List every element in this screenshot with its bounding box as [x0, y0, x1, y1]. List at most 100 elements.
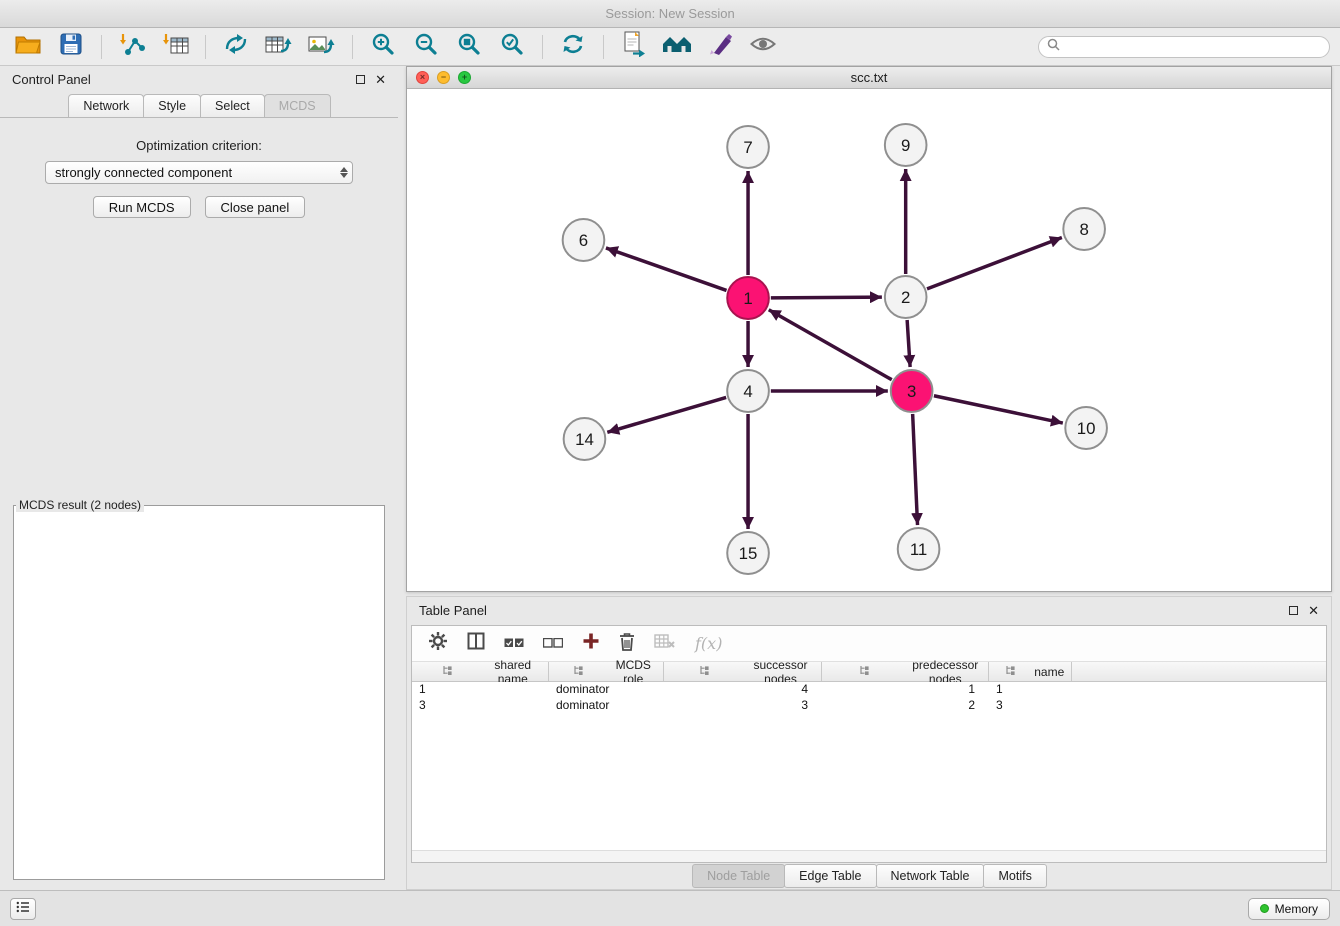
node-1[interactable]: 1 [727, 277, 769, 319]
node-label: 1 [743, 289, 752, 308]
control-panel-title: Control Panel [12, 72, 91, 87]
memory-button[interactable]: Memory [1248, 898, 1330, 920]
function-builder-button[interactable]: f(x) [695, 634, 722, 653]
memory-label: Memory [1275, 902, 1318, 916]
control-panel-tab-network[interactable]: Network [68, 94, 144, 117]
table-tab-network-table[interactable]: Network Table [876, 864, 985, 888]
node-14[interactable]: 14 [564, 418, 606, 460]
edge-2-8[interactable] [927, 237, 1062, 288]
select-all-button[interactable] [504, 635, 524, 653]
edge-3-1[interactable] [769, 310, 892, 380]
table-cell[interactable]: dominator [549, 682, 664, 698]
node-2[interactable]: 2 [885, 276, 927, 318]
toolbar-separator [352, 35, 353, 59]
edge-4-14[interactable] [607, 397, 726, 432]
cybrowser-home-button[interactable] [659, 32, 695, 62]
main-toolbar [0, 28, 1340, 66]
node-8[interactable]: 8 [1063, 208, 1105, 250]
close-panel-icon[interactable]: ✕ [375, 73, 386, 86]
edge-3-11[interactable] [913, 414, 918, 525]
table-tab-motifs[interactable]: Motifs [983, 864, 1046, 888]
export-image-button[interactable] [304, 32, 340, 62]
document-export-icon [622, 31, 647, 62]
node-15[interactable]: 15 [727, 532, 769, 574]
table-horizontal-scrollbar[interactable] [412, 850, 1326, 862]
node-11[interactable]: 11 [898, 528, 940, 570]
column-header-mcds-role[interactable]: MCDS role [549, 662, 664, 681]
node-4[interactable]: 4 [727, 370, 769, 412]
task-history-button[interactable] [10, 898, 36, 920]
paint-style-button[interactable] [702, 32, 738, 62]
add-column-button[interactable] [582, 632, 600, 655]
search-field[interactable] [1038, 36, 1330, 58]
first-neighbors-button[interactable] [218, 32, 254, 62]
table-row[interactable]: 1dominator411 [412, 682, 1326, 698]
table-cell[interactable]: 2 [822, 698, 989, 714]
zoom-out-button[interactable] [408, 32, 444, 62]
show-hide-button[interactable] [745, 32, 781, 62]
window-maximize-icon[interactable]: + [458, 71, 471, 84]
column-sort-icon [668, 665, 741, 679]
save-session-button[interactable] [53, 32, 89, 62]
table-panel-tabs: Node TableEdge TableNetwork TableMotifs [407, 863, 1331, 889]
close-panel-button[interactable]: Close panel [205, 196, 306, 218]
table-cell[interactable]: 3 [989, 698, 1072, 714]
node-7[interactable]: 7 [727, 126, 769, 168]
close-panel-icon[interactable]: ✕ [1308, 604, 1319, 617]
open-file-button[interactable] [10, 32, 46, 62]
node-label: 15 [739, 544, 758, 563]
table-panel: Table Panel ✕ [406, 596, 1332, 890]
node-10[interactable]: 10 [1065, 407, 1107, 449]
table-cell[interactable]: 3 [664, 698, 822, 714]
home-icon [662, 33, 692, 60]
table-tab-node-table[interactable]: Node Table [692, 864, 785, 888]
node-9[interactable]: 9 [885, 124, 927, 166]
table-tab-edge-table[interactable]: Edge Table [784, 864, 876, 888]
deselect-all-button[interactable] [543, 635, 563, 653]
zoom-fit-button[interactable] [451, 32, 487, 62]
node-6[interactable]: 6 [563, 219, 605, 261]
delete-column-button[interactable] [619, 632, 635, 656]
edge-3-10[interactable] [934, 396, 1063, 423]
delete-table-button[interactable] [654, 633, 676, 654]
zoom-selected-button[interactable] [494, 32, 530, 62]
network-window-titlebar[interactable]: × − + scc.txt [407, 67, 1331, 89]
columns-icon [467, 632, 485, 655]
table-cell[interactable]: 1 [412, 682, 549, 698]
float-panel-icon[interactable] [356, 75, 365, 84]
export-network-web-button[interactable] [616, 32, 652, 62]
export-table-button[interactable] [261, 32, 297, 62]
control-panel-tab-mcds[interactable]: MCDS [264, 94, 331, 117]
apply-layout-button[interactable] [555, 32, 591, 62]
search-input[interactable] [1065, 40, 1321, 54]
edge-2-3[interactable] [907, 320, 910, 367]
node-3[interactable]: 3 [891, 370, 933, 412]
control-panel-tab-select[interactable]: Select [200, 94, 265, 117]
window-minimize-icon[interactable]: − [437, 71, 450, 84]
window-titlebar[interactable]: Session: New Session [0, 0, 1340, 28]
table-cell[interactable]: 1 [989, 682, 1072, 698]
window-close-icon[interactable]: × [416, 71, 429, 84]
table-header-row: shared nameMCDS rolesuccessor nodesprede… [412, 662, 1326, 682]
control-panel-tab-style[interactable]: Style [143, 94, 201, 117]
optimization-criterion-select[interactable]: strongly connected component [45, 161, 353, 184]
table-row[interactable]: 3dominator323 [412, 698, 1326, 714]
column-header-shared-name[interactable]: shared name [412, 662, 549, 681]
run-mcds-button[interactable]: Run MCDS [93, 196, 191, 218]
float-panel-icon[interactable] [1289, 606, 1298, 615]
edge-1-6[interactable] [606, 248, 727, 290]
show-columns-button[interactable] [467, 632, 485, 655]
table-cell[interactable]: 3 [412, 698, 549, 714]
table-settings-button[interactable] [428, 631, 448, 656]
edge-1-2[interactable] [771, 297, 882, 298]
column-header-successor-nodes[interactable]: successor nodes [664, 662, 822, 681]
table-cell[interactable]: 1 [822, 682, 989, 698]
network-canvas[interactable]: 7 9 6 8 1 2 4 3 14 10 15 11 [407, 89, 1331, 591]
table-cell[interactable]: 4 [664, 682, 822, 698]
column-header-name[interactable]: name [989, 662, 1072, 681]
column-header-predecessor-nodes[interactable]: predecessor nodes [822, 662, 989, 681]
import-network-button[interactable] [114, 32, 150, 62]
table-cell[interactable]: dominator [549, 698, 664, 714]
zoom-in-button[interactable] [365, 32, 401, 62]
import-table-button[interactable] [157, 32, 193, 62]
